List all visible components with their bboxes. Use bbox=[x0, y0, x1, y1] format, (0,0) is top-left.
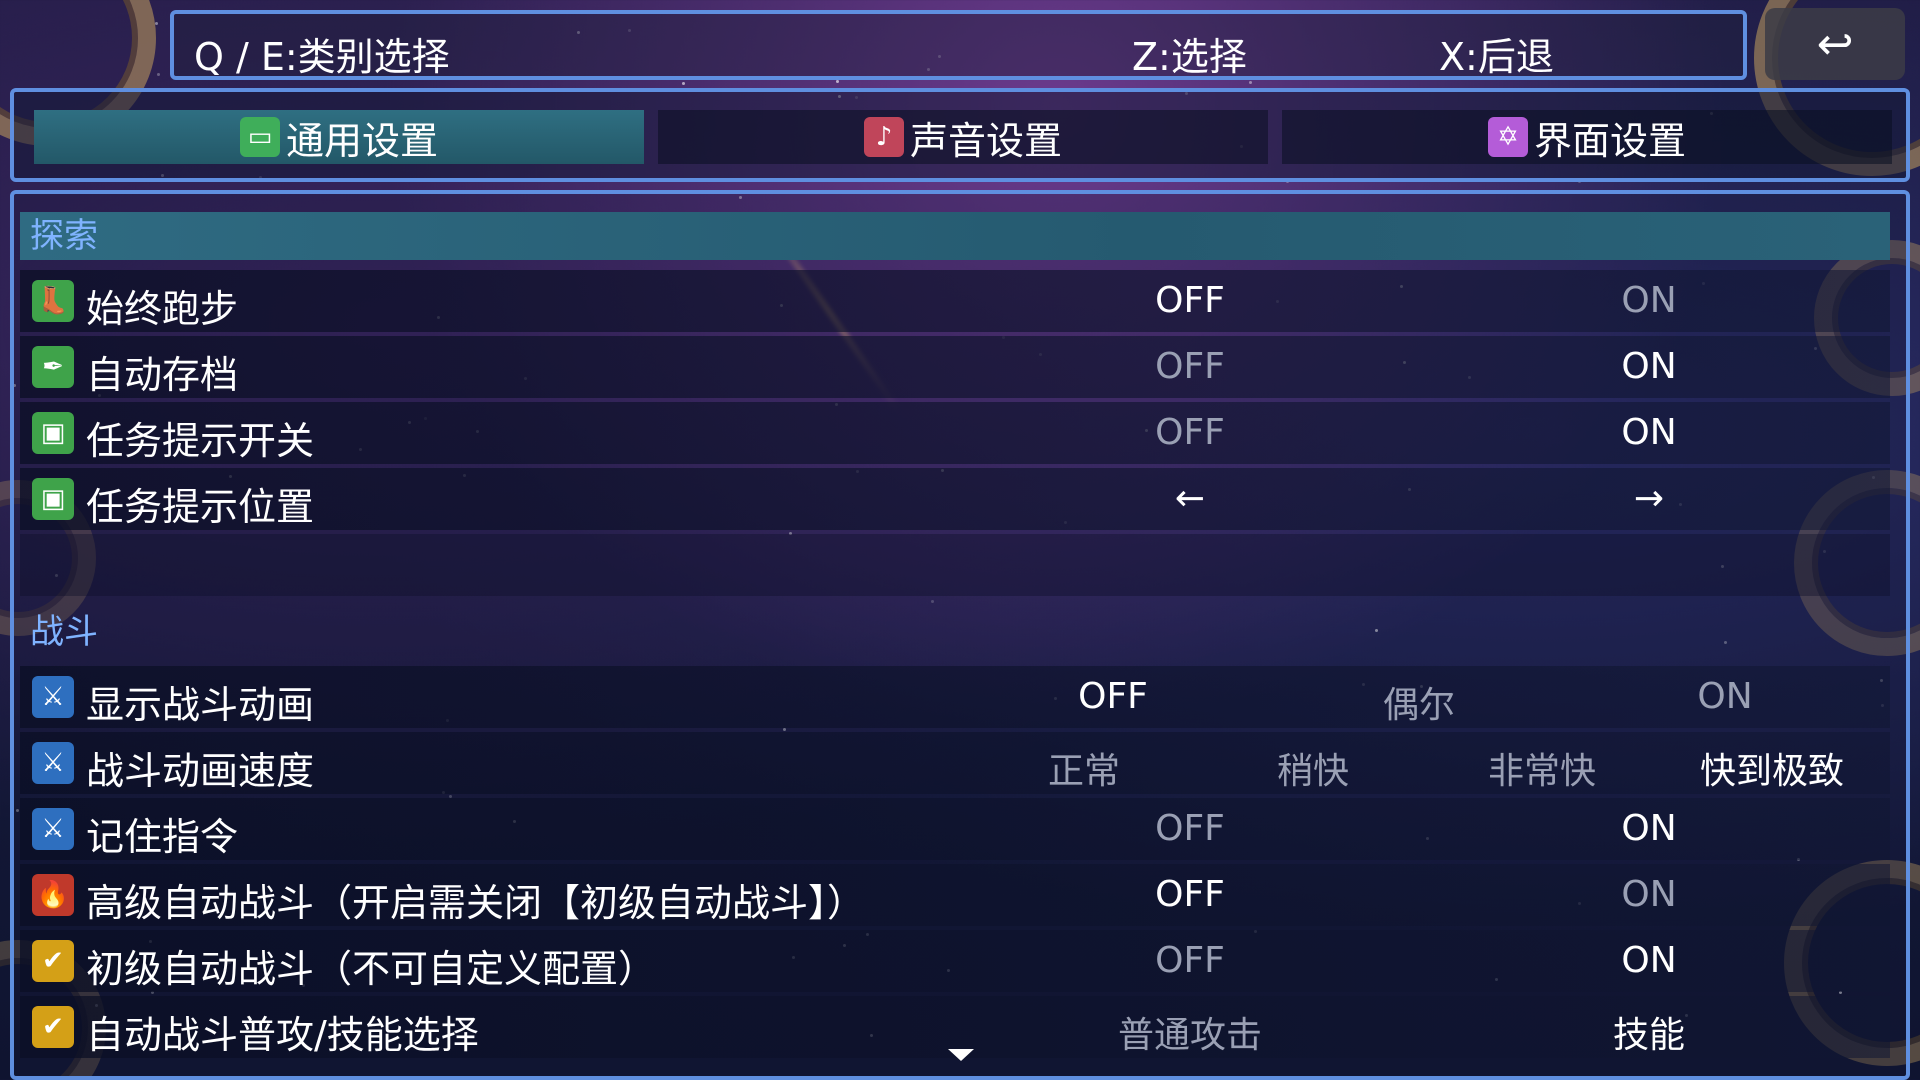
setting-label: 战斗动画速度 bbox=[86, 749, 315, 793]
option-on[interactable]: ON bbox=[1621, 808, 1676, 849]
star bbox=[682, 82, 685, 85]
tab-label: 通用设置 bbox=[285, 118, 438, 163]
option-off[interactable]: OFF bbox=[1155, 874, 1225, 915]
setting-label: 任务提示开关 bbox=[86, 419, 315, 463]
setting-row-basic-auto-battle[interactable]: ✔ 初级自动战斗（不可自定义配置） OFF ON bbox=[20, 930, 1890, 992]
option-off[interactable]: OFF bbox=[1155, 940, 1225, 981]
sword-icon: ⚔ bbox=[32, 742, 74, 784]
scroll-down-arrow-icon[interactable] bbox=[948, 1049, 974, 1061]
setting-label: 初级自动战斗（不可自定义配置） bbox=[86, 947, 657, 991]
tab-sound-settings[interactable]: ♪ 声音设置 bbox=[658, 110, 1268, 164]
back-button[interactable]: ↩ bbox=[1765, 8, 1905, 80]
option-off[interactable]: OFF bbox=[1155, 346, 1225, 387]
option-off[interactable]: OFF bbox=[1078, 676, 1148, 717]
setting-row-remember-command[interactable]: ⚔ 记住指令 OFF ON bbox=[20, 798, 1890, 860]
setting-label: 自动存档 bbox=[86, 353, 239, 397]
option-off[interactable]: OFF bbox=[1155, 412, 1225, 453]
setting-row-always-run[interactable]: 👢 始终跑步 OFF ON bbox=[20, 270, 1890, 332]
checkmark-icon: ✔ bbox=[32, 1006, 74, 1048]
option-off[interactable]: OFF bbox=[1155, 808, 1225, 849]
option-on[interactable]: ON bbox=[1621, 874, 1676, 915]
setting-row-battle-animation-speed[interactable]: ⚔ 战斗动画速度 正常 稍快 非常快 快到极致 bbox=[20, 732, 1890, 794]
setting-label: 高级自动战斗（开启需关闭【初级自动战斗】） bbox=[86, 881, 866, 925]
star bbox=[1249, 81, 1252, 84]
star bbox=[157, 73, 160, 76]
left-arrow-option[interactable]: ← bbox=[1175, 478, 1205, 519]
option-occasionally[interactable]: 偶尔 bbox=[1383, 676, 1455, 728]
controls-help-bar: Q / E:类别选择 Z:选择 X:后退 bbox=[170, 10, 1747, 80]
setting-row-quest-hint-position[interactable]: ▣ 任务提示位置 ← → bbox=[20, 468, 1890, 530]
setting-label: 自动战斗普攻/技能选择 bbox=[86, 1013, 479, 1057]
help-category-select: Q / E:类别选择 bbox=[194, 35, 450, 79]
music-note-icon: ♪ bbox=[863, 117, 904, 157]
settings-tab-bar: ▭ 通用设置 ♪ 声音设置 ✡ 界面设置 bbox=[10, 88, 1910, 182]
hexagram-icon: ✡ bbox=[1487, 117, 1528, 157]
window-icon: ▣ bbox=[32, 412, 74, 454]
tab-general-settings[interactable]: ▭ 通用设置 bbox=[34, 110, 644, 164]
section-header-battle: 战斗 bbox=[30, 612, 98, 652]
checkmark-icon: ✔ bbox=[32, 940, 74, 982]
setting-label: 显示战斗动画 bbox=[86, 683, 315, 727]
option-normal-attack[interactable]: 普通攻击 bbox=[1118, 1006, 1262, 1058]
setting-row-show-battle-animation[interactable]: ⚔ 显示战斗动画 OFF 偶尔 ON bbox=[20, 666, 1890, 728]
option-extreme[interactable]: 快到极致 bbox=[1700, 742, 1844, 794]
star bbox=[836, 80, 839, 83]
section-header-explore: 探索 bbox=[20, 212, 1890, 260]
tab-label: 界面设置 bbox=[1533, 118, 1686, 163]
window-icon: ▣ bbox=[32, 478, 74, 520]
option-very-fast[interactable]: 非常快 bbox=[1488, 742, 1596, 794]
right-arrow-option[interactable]: → bbox=[1634, 478, 1664, 519]
help-back: X:后退 bbox=[1439, 35, 1554, 79]
tab-interface-settings[interactable]: ✡ 界面设置 bbox=[1282, 110, 1892, 164]
sword-icon: ⚔ bbox=[32, 676, 74, 718]
setting-label: 记住指令 bbox=[86, 815, 239, 859]
option-on[interactable]: ON bbox=[1621, 412, 1676, 453]
star bbox=[155, 22, 158, 25]
sword-icon: ⚔ bbox=[32, 808, 74, 850]
option-on[interactable]: ON bbox=[1621, 940, 1676, 981]
setting-label: 任务提示位置 bbox=[86, 485, 315, 529]
quill-icon: ✒ bbox=[32, 346, 74, 388]
option-slightly-fast[interactable]: 稍快 bbox=[1277, 742, 1349, 794]
setting-row-quest-hint-toggle[interactable]: ▣ 任务提示开关 OFF ON bbox=[20, 402, 1890, 464]
option-on[interactable]: ON bbox=[1621, 280, 1676, 321]
help-select: Z:选择 bbox=[1132, 35, 1247, 79]
setting-row-advanced-auto-battle[interactable]: 🔥 高级自动战斗（开启需关闭【初级自动战斗】） OFF ON bbox=[20, 864, 1890, 926]
return-arrow-icon: ↩ bbox=[1816, 18, 1854, 70]
window-icon: ▭ bbox=[239, 117, 280, 157]
setting-row-autosave[interactable]: ✒ 自动存档 OFF ON bbox=[20, 336, 1890, 398]
boot-icon: 👢 bbox=[32, 280, 74, 322]
option-on[interactable]: ON bbox=[1621, 346, 1676, 387]
setting-label: 始终跑步 bbox=[86, 287, 239, 331]
option-skill[interactable]: 技能 bbox=[1613, 1006, 1685, 1058]
flame-sword-icon: 🔥 bbox=[32, 874, 74, 916]
option-on[interactable]: ON bbox=[1697, 676, 1752, 717]
empty-row bbox=[20, 534, 1890, 596]
option-off[interactable]: OFF bbox=[1155, 280, 1225, 321]
option-normal[interactable]: 正常 bbox=[1048, 742, 1120, 794]
tab-label: 声音设置 bbox=[909, 118, 1062, 163]
